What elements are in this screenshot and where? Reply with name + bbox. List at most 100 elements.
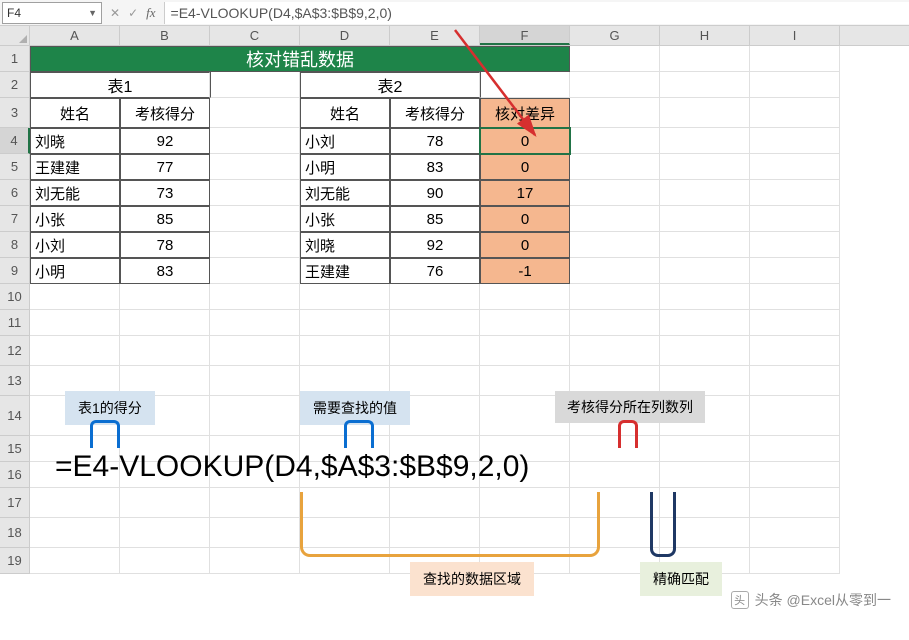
cell-G5[interactable] bbox=[570, 154, 660, 180]
cell-I6[interactable] bbox=[750, 180, 840, 206]
cell-C14[interactable] bbox=[210, 396, 300, 436]
cell-I10[interactable] bbox=[750, 284, 840, 310]
cell-H8[interactable] bbox=[660, 232, 750, 258]
cell-C9[interactable] bbox=[210, 258, 300, 284]
cell-D10[interactable] bbox=[300, 284, 390, 310]
cell-H11[interactable] bbox=[660, 310, 750, 336]
cell-C13[interactable] bbox=[210, 366, 300, 396]
row-header-4[interactable]: 4 bbox=[0, 128, 30, 154]
t2-r4-score[interactable]: 85 bbox=[390, 206, 480, 232]
cell-G12[interactable] bbox=[570, 336, 660, 366]
cell-C3[interactable] bbox=[210, 98, 300, 128]
row-header-13[interactable]: 13 bbox=[0, 366, 30, 396]
t1-r3-score[interactable]: 73 bbox=[120, 180, 210, 206]
cell-C18[interactable] bbox=[210, 518, 300, 548]
cell-G2[interactable] bbox=[570, 72, 660, 98]
row-header-9[interactable]: 9 bbox=[0, 258, 30, 284]
cell-I11[interactable] bbox=[750, 310, 840, 336]
cell-I5[interactable] bbox=[750, 154, 840, 180]
t2-r5-name[interactable]: 刘晓 bbox=[300, 232, 390, 258]
t1-r1-name[interactable]: 刘晓 bbox=[30, 128, 120, 154]
cell-E12[interactable] bbox=[390, 336, 480, 366]
cell-I19[interactable] bbox=[750, 548, 840, 574]
cell-H4[interactable] bbox=[660, 128, 750, 154]
cell-H16[interactable] bbox=[660, 462, 750, 488]
select-all-corner[interactable] bbox=[0, 26, 30, 45]
cell-F11[interactable] bbox=[480, 310, 570, 336]
cell-H7[interactable] bbox=[660, 206, 750, 232]
cell-C11[interactable] bbox=[210, 310, 300, 336]
cell-I14[interactable] bbox=[750, 396, 840, 436]
t2-h1[interactable]: 姓名 bbox=[300, 98, 390, 128]
fx-icon[interactable]: fx bbox=[146, 5, 155, 21]
cell-A10[interactable] bbox=[30, 284, 120, 310]
cell-G10[interactable] bbox=[570, 284, 660, 310]
cell-C5[interactable] bbox=[210, 154, 300, 180]
row-header-2[interactable]: 2 bbox=[0, 72, 30, 98]
col-header-B[interactable]: B bbox=[120, 26, 210, 45]
cell-G8[interactable] bbox=[570, 232, 660, 258]
cell-C19[interactable] bbox=[210, 548, 300, 574]
cell-B11[interactable] bbox=[120, 310, 210, 336]
cell-I12[interactable] bbox=[750, 336, 840, 366]
t2-r6-diff[interactable]: -1 bbox=[480, 258, 570, 284]
cell-G11[interactable] bbox=[570, 310, 660, 336]
t1-h1[interactable]: 姓名 bbox=[30, 98, 120, 128]
cell-H1[interactable] bbox=[660, 46, 750, 72]
cell-C10[interactable] bbox=[210, 284, 300, 310]
t2-r6-name[interactable]: 王建建 bbox=[300, 258, 390, 284]
col-header-C[interactable]: C bbox=[210, 26, 300, 45]
cell-B18[interactable] bbox=[120, 518, 210, 548]
cell-G7[interactable] bbox=[570, 206, 660, 232]
row-header-3[interactable]: 3 bbox=[0, 98, 30, 128]
cell-C4[interactable] bbox=[210, 128, 300, 154]
row-header-1[interactable]: 1 bbox=[0, 46, 30, 72]
row-header-11[interactable]: 11 bbox=[0, 310, 30, 336]
cell-A18[interactable] bbox=[30, 518, 120, 548]
t2-r5-score[interactable]: 92 bbox=[390, 232, 480, 258]
table1-header[interactable]: 表1 bbox=[30, 72, 210, 98]
cell-G3[interactable] bbox=[570, 98, 660, 128]
t2-r1-name[interactable]: 小刘 bbox=[300, 128, 390, 154]
cell-H12[interactable] bbox=[660, 336, 750, 366]
t1-r2-name[interactable]: 王建建 bbox=[30, 154, 120, 180]
cell-C2[interactable] bbox=[210, 72, 300, 98]
cell-F10[interactable] bbox=[480, 284, 570, 310]
cell-H10[interactable] bbox=[660, 284, 750, 310]
t1-h2[interactable]: 考核得分 bbox=[120, 98, 210, 128]
t1-r4-name[interactable]: 小张 bbox=[30, 206, 120, 232]
cell-G1[interactable] bbox=[570, 46, 660, 72]
cell-G6[interactable] bbox=[570, 180, 660, 206]
t1-r5-score[interactable]: 78 bbox=[120, 232, 210, 258]
cell-E11[interactable] bbox=[390, 310, 480, 336]
cell-H6[interactable] bbox=[660, 180, 750, 206]
name-box[interactable]: F4 ▼ bbox=[2, 2, 102, 24]
row-header-6[interactable]: 6 bbox=[0, 180, 30, 206]
t1-r5-name[interactable]: 小刘 bbox=[30, 232, 120, 258]
col-header-D[interactable]: D bbox=[300, 26, 390, 45]
row-header-5[interactable]: 5 bbox=[0, 154, 30, 180]
cell-F12[interactable] bbox=[480, 336, 570, 366]
row-header-17[interactable]: 17 bbox=[0, 488, 30, 518]
cell-I1[interactable] bbox=[750, 46, 840, 72]
cell-B10[interactable] bbox=[120, 284, 210, 310]
cell-G15[interactable] bbox=[570, 436, 660, 462]
cell-E10[interactable] bbox=[390, 284, 480, 310]
cell-C17[interactable] bbox=[210, 488, 300, 518]
cell-H2[interactable] bbox=[660, 72, 750, 98]
t2-r3-score[interactable]: 90 bbox=[390, 180, 480, 206]
cancel-icon[interactable]: ✕ bbox=[110, 6, 120, 20]
cell-G4[interactable] bbox=[570, 128, 660, 154]
row-header-18[interactable]: 18 bbox=[0, 518, 30, 548]
accept-icon[interactable]: ✓ bbox=[128, 6, 138, 20]
cell-H5[interactable] bbox=[660, 154, 750, 180]
cell-H3[interactable] bbox=[660, 98, 750, 128]
cell-I9[interactable] bbox=[750, 258, 840, 284]
cell-C8[interactable] bbox=[210, 232, 300, 258]
col-header-H[interactable]: H bbox=[660, 26, 750, 45]
cell-I18[interactable] bbox=[750, 518, 840, 548]
t1-r4-score[interactable]: 85 bbox=[120, 206, 210, 232]
cell-D12[interactable] bbox=[300, 336, 390, 366]
cell-I17[interactable] bbox=[750, 488, 840, 518]
row-header-15[interactable]: 15 bbox=[0, 436, 30, 462]
